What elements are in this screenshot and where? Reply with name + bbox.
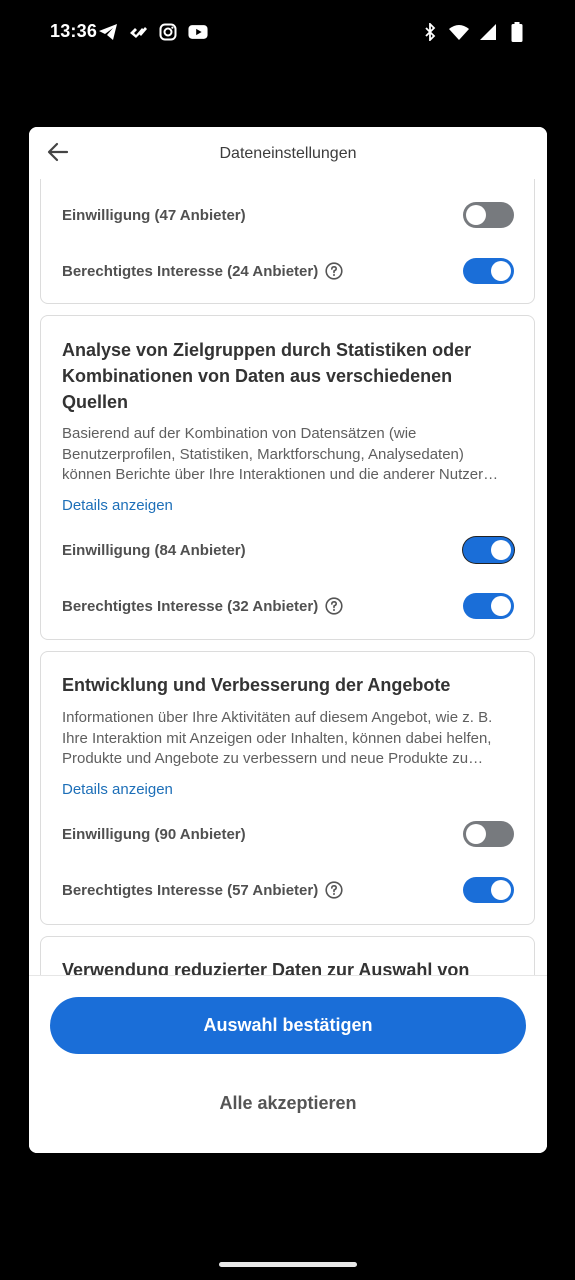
legitimate-interest-label: Berechtigtes Interesse (24 Anbieter)	[62, 262, 319, 280]
consent-toggle[interactable]	[463, 202, 514, 228]
confirm-selection-button[interactable]: Auswahl bestätigen	[50, 997, 526, 1054]
toggle-knob	[491, 596, 511, 616]
toggle-knob	[466, 205, 486, 225]
status-bar: 13:36	[0, 0, 575, 66]
toggle-knob	[491, 880, 511, 900]
consent-row: Einwilligung (84 Anbieter)	[62, 536, 514, 564]
telegram-icon	[98, 22, 118, 42]
legitimate-interest-label: Berechtigtes Interesse (57 Anbieter)	[62, 881, 319, 899]
purpose-description: Basierend auf der Kombination von Datens…	[62, 425, 484, 483]
purpose-title: Verwendung reduzierter Daten zur Auswahl…	[62, 960, 470, 975]
consent-toggle[interactable]	[463, 821, 514, 847]
dialog-header: Dateneinstellungen	[29, 127, 547, 179]
status-time: 13:36	[50, 21, 98, 41]
consent-row: Einwilligung (90 Anbieter)	[62, 820, 514, 848]
consent-label: Einwilligung (47 Anbieter)	[62, 206, 246, 224]
signal-icon	[478, 22, 498, 42]
bluetooth-icon	[420, 22, 440, 42]
toggle-knob	[466, 824, 486, 844]
legitimate-interest-toggle[interactable]	[463, 877, 514, 903]
legitimate-interest-label: Berechtigtes Interesse (32 Anbieter)	[62, 597, 319, 615]
youtube-icon	[188, 22, 208, 42]
accept-all-button[interactable]: Alle akzeptieren	[29, 1088, 547, 1118]
dialog-footer: Auswahl bestätigen Alle akzeptieren	[29, 975, 547, 1153]
battery-icon	[507, 22, 527, 42]
purpose-card: Analyse von Zielgruppen durch Statistike…	[40, 315, 535, 640]
consent-label: Einwilligung (84 Anbieter)	[62, 541, 246, 559]
purpose-description: Informationen über Ihre Aktivitäten auf …	[62, 709, 493, 767]
toggle-knob	[491, 261, 511, 281]
help-circle-icon[interactable]	[325, 597, 343, 615]
legitimate-interest-row: Berechtigtes Interesse (57 Anbieter)	[62, 876, 514, 904]
wifi-icon	[449, 22, 469, 42]
consent-label: Einwilligung (90 Anbieter)	[62, 825, 246, 843]
purpose-title: Entwicklung und Verbesserung der Angebot…	[62, 675, 451, 695]
app-icon	[128, 22, 148, 42]
legitimate-interest-row: Berechtigtes Interesse (32 Anbieter)	[62, 592, 514, 620]
instagram-icon	[158, 22, 178, 42]
status-system-icons	[420, 22, 527, 42]
help-circle-icon[interactable]	[325, 262, 343, 280]
legitimate-interest-toggle[interactable]	[463, 593, 514, 619]
data-settings-dialog: Dateneinstellungen Einwilligung (47 Anbi…	[29, 127, 547, 1153]
toggle-knob	[491, 540, 511, 560]
home-indicator[interactable]	[219, 1262, 357, 1267]
details-link[interactable]: Details anzeigen	[62, 781, 173, 798]
consent-row: Einwilligung (47 Anbieter)	[62, 201, 514, 229]
purpose-card: Verwendung reduzierter Daten zur Auswahl…	[40, 936, 535, 975]
purpose-card: Einwilligung (47 Anbieter) Berechtigtes …	[40, 179, 535, 304]
purposes-list[interactable]: Einwilligung (47 Anbieter) Berechtigtes …	[29, 179, 547, 975]
consent-toggle[interactable]	[463, 537, 514, 563]
purpose-card: Entwicklung und Verbesserung der Angebot…	[40, 651, 535, 925]
dialog-title: Dateneinstellungen	[219, 145, 357, 162]
purpose-title: Analyse von Zielgruppen durch Statistike…	[62, 340, 472, 412]
details-link[interactable]: Details anzeigen	[62, 497, 173, 514]
status-notification-icons	[98, 22, 208, 42]
help-circle-icon[interactable]	[325, 881, 343, 899]
legitimate-interest-row: Berechtigtes Interesse (24 Anbieter)	[62, 257, 514, 285]
legitimate-interest-toggle[interactable]	[463, 258, 514, 284]
